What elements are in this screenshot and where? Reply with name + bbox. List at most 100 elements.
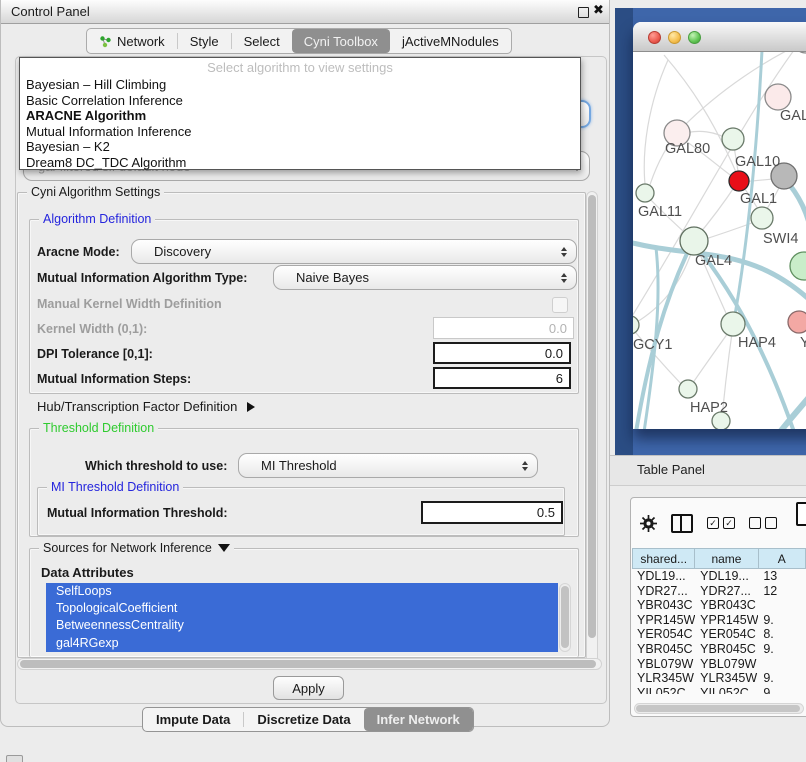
table-cell: 13 <box>758 569 806 584</box>
attribute-list-item[interactable]: TopologicalCoefficient <box>46 600 558 617</box>
apply-button[interactable]: Apply <box>273 676 344 700</box>
algorithm-dropdown-items: Bayesian – Hill ClimbingBasic Correlatio… <box>20 77 580 171</box>
page-corner-icon[interactable] <box>6 755 23 762</box>
control-panel: Control Panel ✖ Network StyleSelectCyni T… <box>0 0 610 727</box>
network-node[interactable] <box>751 207 773 229</box>
which-threshold-label: Which threshold to use: <box>85 459 227 473</box>
node-label: GAL <box>780 108 806 124</box>
table-cell: YBL079W <box>695 657 758 672</box>
float-window-icon[interactable] <box>578 7 589 18</box>
network-node[interactable] <box>788 311 806 333</box>
table-cell: YPR145W <box>632 613 695 628</box>
table-cell: YBL079W <box>632 657 695 672</box>
node-table: shared...nameA YDL19...YDL19...13YDR27..… <box>632 548 806 694</box>
tab-cyni-toolbox[interactable]: Cyni Toolbox <box>292 29 390 53</box>
aracne-mode-value: Discovery <box>154 244 211 259</box>
table-row[interactable]: YDL19...YDL19...13 <box>632 569 806 584</box>
control-panel-title: Control Panel <box>11 4 90 19</box>
table-row[interactable]: YER054CYER054C8. <box>632 627 806 642</box>
algorithm-option[interactable]: Bayesian – K2 <box>20 139 580 155</box>
column-header[interactable]: A <box>759 548 806 569</box>
dpi-tolerance-field[interactable]: 0.0 <box>433 342 571 364</box>
attribute-list-item[interactable]: gal4RGexp <box>46 635 558 652</box>
table-row[interactable]: YBR045CYBR045C9. <box>632 642 806 657</box>
network-node[interactable] <box>636 184 654 202</box>
minimize-traffic-light-icon[interactable] <box>668 31 681 44</box>
table-cell: YLR345W <box>632 671 695 686</box>
network-node[interactable] <box>729 171 749 191</box>
table-cell: YER054C <box>695 627 758 642</box>
mi-steps-field[interactable]: 6 <box>433 367 571 389</box>
network-node[interactable] <box>680 227 708 255</box>
gear-icon[interactable] <box>640 515 657 532</box>
close-traffic-light-icon[interactable] <box>648 31 661 44</box>
aracne-mode-label: Aracne Mode: <box>37 245 120 259</box>
settings-horizontal-scrollbar[interactable] <box>17 658 602 670</box>
network-edge[interactable] <box>664 55 739 179</box>
algorithm-option[interactable]: Mutual Information Inference <box>20 124 580 140</box>
mi-threshold-field[interactable]: 0.5 <box>421 501 563 524</box>
table-row[interactable]: YPR145WYPR145W9. <box>632 613 806 628</box>
which-threshold-combo[interactable]: MI Threshold <box>238 453 538 478</box>
bottom-tab-infer-network[interactable]: Infer Network <box>364 708 473 731</box>
network-node[interactable] <box>790 252 806 280</box>
collapse-down-icon <box>218 544 230 552</box>
tab-style[interactable]: Style <box>178 29 231 53</box>
network-node[interactable] <box>679 380 697 398</box>
sources-legend[interactable]: Sources for Network Inference <box>39 541 234 555</box>
network-canvas[interactable]: GALGAL80GAL10GAL1GAL11SWI4GAL4GCY1HAP4YH… <box>633 52 806 429</box>
column-header[interactable]: name <box>695 548 758 569</box>
bottom-tab-impute-data[interactable]: Impute Data <box>143 708 243 731</box>
combo-stepper-icon <box>522 461 528 471</box>
kernel-width-label: Kernel Width (0,1): <box>37 322 147 336</box>
algorithm-option[interactable]: Basic Correlation Inference <box>20 93 580 109</box>
settings-vertical-scrollbar[interactable] <box>586 191 598 668</box>
table-horizontal-scrollbar[interactable] <box>634 703 804 714</box>
table-cell: YDR27... <box>695 584 758 599</box>
manual-kernel-checkbox[interactable] <box>552 297 568 313</box>
column-header[interactable]: shared... <box>632 548 695 569</box>
mi-type-combo[interactable]: Naive Bayes <box>273 265 577 290</box>
network-node[interactable] <box>793 52 806 53</box>
table-row[interactable]: YBR043CYBR043C <box>632 598 806 613</box>
attributes-scrollbar[interactable] <box>559 583 571 652</box>
tab-label: Network <box>117 34 165 49</box>
algorithm-option[interactable]: Bayesian – Hill Climbing <box>20 77 580 93</box>
table-row[interactable]: YDR27...YDR27...12 <box>632 584 806 599</box>
network-node[interactable] <box>765 84 791 110</box>
network-node[interactable] <box>633 316 639 334</box>
table-cell: YLR345W <box>695 671 758 686</box>
table-panel-title: Table Panel <box>637 462 705 477</box>
tab-select[interactable]: Select <box>232 29 292 53</box>
data-attributes-label: Data Attributes <box>41 565 134 580</box>
aracne-mode-combo[interactable]: Discovery <box>131 239 577 264</box>
split-columns-icon[interactable] <box>671 514 693 533</box>
network-node[interactable] <box>721 312 745 336</box>
close-icon[interactable]: ✖ <box>593 2 604 18</box>
sources-legend-text: Sources for Network Inference <box>43 541 212 555</box>
table-row[interactable]: YBL079WYBL079W <box>632 657 806 672</box>
algorithm-option[interactable]: Dream8 DC_TDC Algorithm <box>20 155 580 171</box>
unchecked-checkboxes-icon[interactable] <box>749 517 777 529</box>
kernel-width-field[interactable]: 0.0 <box>433 317 574 339</box>
checked-checkboxes-icon[interactable]: ✓✓ <box>707 517 735 529</box>
algorithm-option[interactable]: ARACNE Algorithm <box>20 108 580 124</box>
tab-jactivemnodules[interactable]: jActiveMNodules <box>390 29 511 53</box>
document-icon[interactable] <box>796 502 806 526</box>
tab-label: jActiveMNodules <box>402 34 499 49</box>
bottom-tab-discretize-data[interactable]: Discretize Data <box>244 708 363 731</box>
table-row[interactable]: YIL052CYIL052C9 <box>632 686 806 694</box>
control-panel-titlebar[interactable]: Control Panel ✖ <box>1 0 609 24</box>
node-label: HAP4 <box>738 335 776 351</box>
tab-network[interactable]: Network <box>87 29 177 53</box>
network-node[interactable] <box>722 128 744 150</box>
table-cell <box>758 657 806 672</box>
attribute-list-item[interactable]: BetweennessCentrality <box>46 617 558 634</box>
data-attributes-list[interactable]: SelfLoopsTopologicalCoefficientBetweenne… <box>46 583 558 652</box>
hub-definition-expander[interactable]: Hub/Transcription Factor Definition <box>37 399 255 414</box>
attribute-list-item[interactable]: SelfLoops <box>46 583 558 600</box>
table-row[interactable]: YLR345WYLR345W9. <box>632 671 806 686</box>
network-window-titlebar[interactable] <box>633 22 806 52</box>
zoom-traffic-light-icon[interactable] <box>688 31 701 44</box>
network-edge[interactable] <box>644 60 668 193</box>
